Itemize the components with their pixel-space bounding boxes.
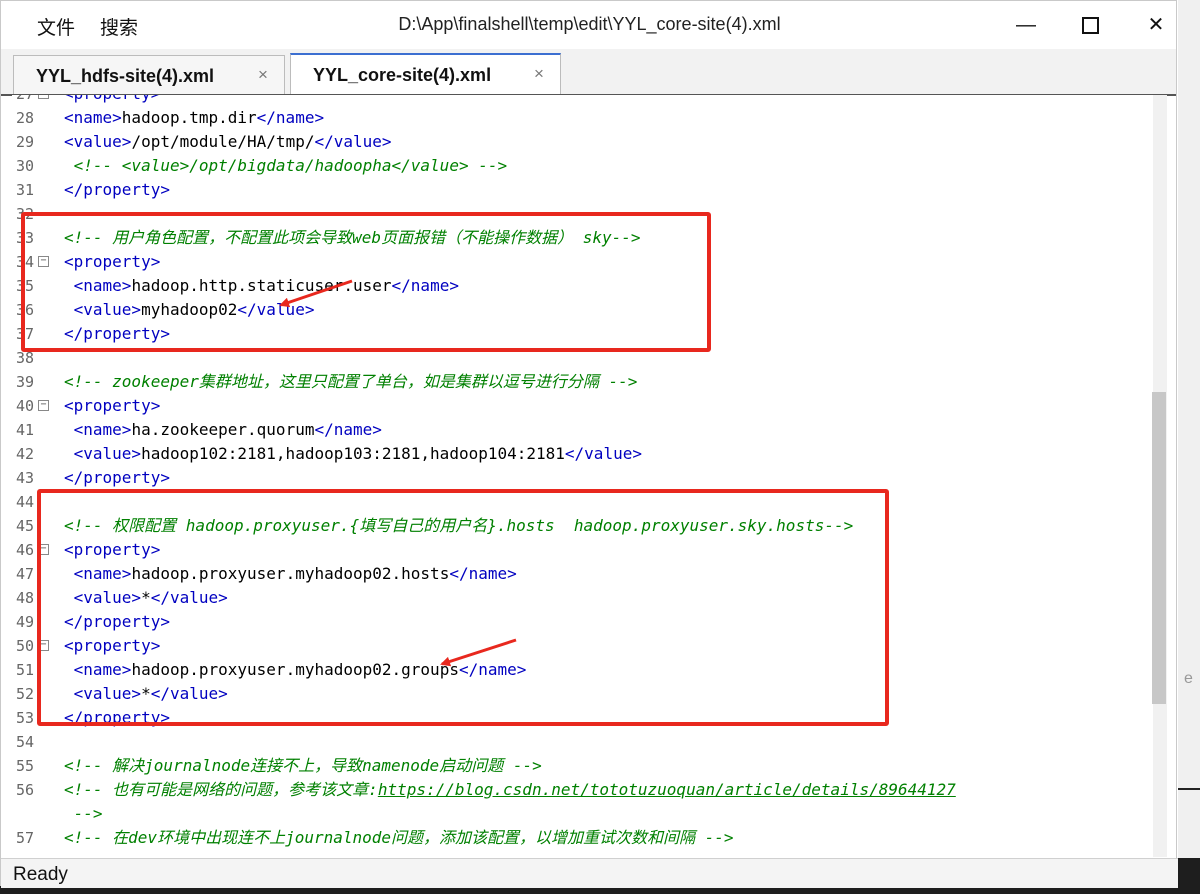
line-number: 31 <box>16 181 35 199</box>
code-line: 57 <!-- 在dev环境中出现连不上journalnode问题，添加该配置，以… <box>12 826 1152 850</box>
code-content: <!-- zookeeper集群地址，这里只配置了单台，如是集群以逗号进行分隔 … <box>64 370 637 394</box>
window-title: D:\App\finalshell\temp\edit\YYL_core-sit… <box>398 14 781 34</box>
code-content: </property> <box>64 466 170 490</box>
code-line: 40− <property> <box>12 394 1152 418</box>
xml-comment: <!-- 解决journalnode连接不上，导致namenode启动问题 --… <box>64 756 542 775</box>
xml-open-tag: <name> <box>64 420 132 439</box>
code-content: <value>hadoop102:2181,hadoop103:2181,had… <box>64 442 642 466</box>
line-number: 41 <box>16 421 35 439</box>
xml-comment: <!-- 也有可能是网络的问题，参考该文章: <box>64 780 378 799</box>
tab-label: YYL_hdfs-site(4).xml <box>36 66 215 86</box>
line-number: 39 <box>16 373 35 391</box>
tab-bar: YYL_hdfs-site(4).xml × YYL_core-site(4).… <box>1 49 1176 96</box>
code-content: <name>ha.zookeeper.quorum</name> <box>64 418 382 442</box>
xml-close-tag: </name> <box>314 420 382 439</box>
tab-hdfs-site[interactable]: YYL_hdfs-site(4).xml × <box>13 55 285 94</box>
close-icon: ✕ <box>1147 14 1165 36</box>
xml-comment: --> <box>64 804 103 823</box>
code-content: <!-- 在dev环境中出现连不上journalnode问题，添加该配置，以增加… <box>64 826 734 850</box>
xml-close-tag: </name> <box>256 108 325 127</box>
line-number: 42 <box>16 445 35 463</box>
code-content: <!-- 也有可能是网络的问题，参考该文章:https://blog.csdn.… <box>64 778 956 802</box>
code-line: 43 </property> <box>12 466 1152 490</box>
xml-comment: <!-- 在dev环境中出现连不上journalnode问题，添加该配置，以增加… <box>64 828 734 847</box>
code-content: --> <box>64 802 103 826</box>
code-content: <!-- <value>/opt/bigdata/hadoopha</value… <box>64 154 507 178</box>
code-line: 28 <name>hadoop.tmp.dir</name> <box>12 106 1152 130</box>
xml-open-tag: <value> <box>64 444 142 463</box>
code-line: 30 <!-- <value>/opt/bigdata/hadoopha</va… <box>12 154 1152 178</box>
code-content: <!-- 解决journalnode连接不上，导致namenode启动问题 --… <box>64 754 542 778</box>
tab-core-site[interactable]: YYL_core-site(4).xml × <box>290 53 561 94</box>
close-window-button[interactable]: ✕ <box>1133 9 1179 41</box>
code-content: </property> <box>64 178 170 202</box>
line-number: 30 <box>16 157 35 175</box>
line-number: 54 <box>16 733 35 751</box>
status-text: Ready <box>13 864 68 885</box>
xml-text: ha.zookeeper.quorum <box>131 420 315 439</box>
code-line: 42 <value>hadoop102:2181,hadoop103:2181,… <box>12 442 1152 466</box>
xml-text: /opt/module/HA/tmp/ <box>131 132 315 151</box>
xml-text: hadoop102:2181,hadoop103:2181,hadoop104:… <box>141 444 565 463</box>
annotation-box-staticuser <box>21 212 711 352</box>
xml-tag: <property> <box>64 95 160 103</box>
xml-comment: <!-- zookeeper集群地址，这里只配置了单台，如是集群以逗号进行分隔 … <box>64 372 638 391</box>
title-bar: 文件 搜索 D:\App\finalshell\temp\edit\YYL_co… <box>1 1 1176 49</box>
line-number: 57 <box>16 829 35 847</box>
code-line: 29 <value>/opt/module/HA/tmp/</value> <box>12 130 1152 154</box>
line-number: 29 <box>16 133 35 151</box>
xml-close-tag: </value> <box>314 132 392 151</box>
code-line: 56 <!-- 也有可能是网络的问题，参考该文章:https://blog.csd… <box>12 778 1152 802</box>
background-app-right: e <box>1178 0 1200 894</box>
line-number: 55 <box>16 757 35 775</box>
line-number: 28 <box>16 109 35 127</box>
code-content: <name>hadoop.tmp.dir</name> <box>64 106 324 130</box>
status-bar: Ready <box>1 858 1178 888</box>
code-line: 41 <name>ha.zookeeper.quorum</name> <box>12 418 1152 442</box>
fold-toggle-icon[interactable]: − <box>38 400 49 411</box>
code-line: 55 <!-- 解决journalnode连接不上，导致namenode启动问题 … <box>12 754 1152 778</box>
maximize-button[interactable] <box>1067 9 1113 41</box>
line-number: 56 <box>16 781 35 799</box>
xml-open-tag: <value> <box>64 132 132 151</box>
code-content: <property> <box>64 95 160 106</box>
xml-close-tag: </property> <box>64 180 170 199</box>
xml-open-tag: <name> <box>64 108 122 127</box>
maximize-icon <box>1081 17 1099 35</box>
tab-close-icon[interactable]: × <box>534 64 544 84</box>
scrollbar-thumb[interactable] <box>1152 392 1166 704</box>
xml-text: hadoop.tmp.dir <box>121 108 257 127</box>
code-line: 31 </property> <box>12 178 1152 202</box>
code-content: <property> <box>64 394 160 418</box>
xml-comment: <!-- <value>/opt/bigdata/hadoopha</value… <box>64 156 508 175</box>
tab-label: YYL_core-site(4).xml <box>313 65 492 85</box>
code-line: 39 <!-- zookeeper集群地址，这里只配置了单台，如是集群以逗号进行分… <box>12 370 1152 394</box>
comment-link[interactable]: https://blog.csdn.net/tototuzuoquan/arti… <box>378 780 956 799</box>
xml-open-tag: <property> <box>64 396 161 415</box>
annotation-box-proxyuser <box>37 489 889 726</box>
code-line: 54 <box>12 730 1152 754</box>
line-number: 43 <box>16 469 35 487</box>
tab-close-icon[interactable]: × <box>258 65 268 85</box>
fold-toggle-icon[interactable]: − <box>38 95 49 99</box>
code-line: 27−<property> <box>12 95 1152 106</box>
minimize-icon: — <box>1016 14 1036 36</box>
code-content: <value>/opt/module/HA/tmp/</value> <box>64 130 392 154</box>
xml-close-tag: </property> <box>64 468 170 487</box>
minimize-button[interactable]: — <box>1003 9 1049 41</box>
xml-close-tag: </value> <box>564 444 642 463</box>
code-line: --> <box>12 802 1152 826</box>
code-editor[interactable]: 27−<property>28<name>hadoop.tmp.dir</nam… <box>12 95 1167 857</box>
